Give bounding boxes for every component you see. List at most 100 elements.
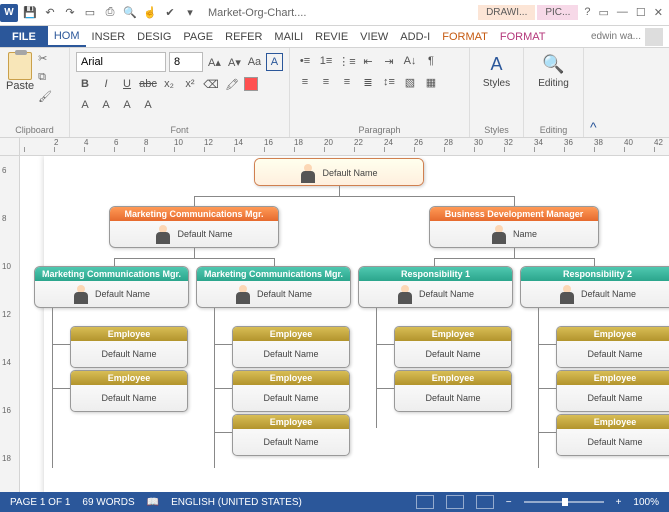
- align-center-icon[interactable]: ≡: [317, 73, 335, 91]
- tab-home[interactable]: HOM: [48, 26, 86, 47]
- qat-touch-icon[interactable]: ☝: [142, 5, 158, 21]
- org-card-l3-0[interactable]: Marketing Communications Mgr. Default Na…: [34, 266, 189, 308]
- status-page[interactable]: PAGE 1 OF 1: [10, 497, 70, 508]
- qat-spell-icon[interactable]: ✔: [162, 5, 178, 21]
- status-words[interactable]: 69 WORDS: [82, 497, 134, 508]
- sort-icon[interactable]: A↓: [401, 52, 419, 70]
- subscript-button[interactable]: x₂: [160, 75, 178, 93]
- org-card-employee[interactable]: EmployeeDefault Name: [394, 370, 512, 412]
- numbering-icon[interactable]: 1≡: [317, 52, 335, 70]
- ribbon-options-icon[interactable]: ▭: [599, 6, 609, 19]
- vertical-ruler[interactable]: 681012141618: [0, 156, 20, 492]
- zoom-in-icon[interactable]: +: [616, 497, 622, 508]
- close-icon[interactable]: ✕: [654, 6, 663, 19]
- text-effect-shadow-icon[interactable]: A: [97, 96, 115, 114]
- tab-format-drawing[interactable]: FORMAT: [436, 26, 494, 47]
- qat-print-icon[interactable]: ⎙: [102, 5, 118, 21]
- org-card-employee[interactable]: EmployeeDefault Name: [556, 370, 669, 412]
- text-effect-glow-icon[interactable]: A: [118, 96, 136, 114]
- cut-icon[interactable]: ✂: [38, 52, 54, 68]
- increase-font-icon[interactable]: A▴: [206, 53, 223, 71]
- view-web-icon[interactable]: [476, 495, 494, 509]
- tab-page-layout[interactable]: PAGE: [177, 26, 219, 47]
- org-card-l3-3[interactable]: Responsibility 2 Default Name: [520, 266, 669, 308]
- bold-button[interactable]: B: [76, 75, 94, 93]
- redo-icon[interactable]: ↷: [62, 5, 78, 21]
- copy-icon[interactable]: ⧉: [38, 71, 54, 87]
- horizontal-ruler[interactable]: 24681012141618202224262830323436384042: [20, 138, 669, 156]
- document-canvas[interactable]: Default Name Marketing Communications Mg…: [20, 156, 669, 492]
- align-left-icon[interactable]: ≡: [296, 73, 314, 91]
- org-card-l3-1[interactable]: Marketing Communications Mgr. Default Na…: [196, 266, 351, 308]
- view-read-icon[interactable]: [416, 495, 434, 509]
- superscript-button[interactable]: x²: [181, 75, 199, 93]
- tab-format-picture[interactable]: FORMAT: [494, 26, 552, 47]
- bullets-icon[interactable]: •≡: [296, 52, 314, 70]
- change-case-icon[interactable]: Aa: [246, 53, 263, 71]
- shading-icon[interactable]: ▧: [401, 73, 419, 91]
- strikethrough-button[interactable]: abc: [139, 75, 157, 93]
- text-effect-outline-icon[interactable]: A: [76, 96, 94, 114]
- tab-design[interactable]: DESIG: [131, 26, 177, 47]
- qat-customize-icon[interactable]: ▾: [182, 5, 198, 21]
- minimize-icon[interactable]: —: [617, 6, 628, 19]
- org-card-employee[interactable]: EmployeeDefault Name: [232, 414, 350, 456]
- show-marks-icon[interactable]: ¶: [422, 52, 440, 70]
- org-chart[interactable]: Default Name Marketing Communications Mg…: [44, 156, 669, 492]
- zoom-out-icon[interactable]: −: [506, 497, 512, 508]
- org-card-employee[interactable]: EmployeeDefault Name: [232, 370, 350, 412]
- org-card-l2-right[interactable]: Business Development Manager Name: [429, 206, 599, 248]
- format-painter-icon[interactable]: 🖌: [38, 90, 54, 106]
- align-right-icon[interactable]: ≡: [338, 73, 356, 91]
- tab-review[interactable]: REVIE: [309, 26, 354, 47]
- qat-new-icon[interactable]: ▭: [82, 5, 98, 21]
- decrease-font-icon[interactable]: A▾: [226, 53, 243, 71]
- tab-insert[interactable]: INSER: [86, 26, 132, 47]
- tab-view[interactable]: VIEW: [354, 26, 394, 47]
- user-avatar-icon[interactable]: [645, 28, 663, 46]
- zoom-slider[interactable]: [524, 501, 604, 503]
- maximize-icon[interactable]: ☐: [636, 6, 646, 19]
- multilevel-icon[interactable]: ⋮≡: [338, 52, 356, 70]
- line-spacing-icon[interactable]: ↕≡: [380, 73, 398, 91]
- proofing-icon[interactable]: 📖: [147, 497, 159, 508]
- qat-preview-icon[interactable]: 🔍: [122, 5, 138, 21]
- tab-mailings[interactable]: MAILI: [268, 26, 309, 47]
- tab-addins[interactable]: ADD-I: [394, 26, 436, 47]
- borders-icon[interactable]: ▦: [422, 73, 440, 91]
- font-color-button[interactable]: [244, 77, 258, 91]
- undo-icon[interactable]: ↶: [42, 5, 58, 21]
- styles-button[interactable]: A Styles: [476, 52, 517, 89]
- text-effect-reflect-icon[interactable]: A: [139, 96, 157, 114]
- help-icon[interactable]: ?: [584, 6, 590, 19]
- italic-button[interactable]: I: [97, 75, 115, 93]
- signed-in-user[interactable]: edwin wa...: [591, 31, 641, 42]
- org-card-employee[interactable]: EmployeeDefault Name: [70, 326, 188, 368]
- view-print-icon[interactable]: [446, 495, 464, 509]
- org-card-l3-2[interactable]: Responsibility 1 Default Name: [358, 266, 513, 308]
- editing-button[interactable]: 🔍 Editing: [530, 52, 577, 89]
- underline-button[interactable]: U: [118, 75, 136, 93]
- org-card-employee[interactable]: EmployeeDefault Name: [556, 414, 669, 456]
- highlight-icon[interactable]: 🖍: [223, 75, 241, 93]
- justify-icon[interactable]: ≣: [359, 73, 377, 91]
- collapse-ribbon-icon[interactable]: ^: [590, 119, 597, 135]
- font-size-input[interactable]: [169, 52, 203, 72]
- paste-button[interactable]: Paste: [6, 52, 34, 92]
- save-icon[interactable]: 💾: [22, 5, 38, 21]
- font-name-input[interactable]: [76, 52, 166, 72]
- tab-references[interactable]: REFER: [219, 26, 268, 47]
- text-effects-icon[interactable]: A: [266, 53, 283, 71]
- clear-formatting-icon[interactable]: ⌫: [202, 75, 220, 93]
- status-language[interactable]: ENGLISH (UNITED STATES): [171, 497, 302, 508]
- indent-decrease-icon[interactable]: ⇤: [359, 52, 377, 70]
- org-card-employee[interactable]: EmployeeDefault Name: [232, 326, 350, 368]
- org-card-employee[interactable]: EmployeeDefault Name: [394, 326, 512, 368]
- zoom-level[interactable]: 100%: [633, 497, 659, 508]
- indent-increase-icon[interactable]: ⇥: [380, 52, 398, 70]
- org-card-employee[interactable]: EmployeeDefault Name: [556, 326, 669, 368]
- org-card-employee[interactable]: EmployeeDefault Name: [70, 370, 188, 412]
- org-card-l2-left[interactable]: Marketing Communications Mgr. Default Na…: [109, 206, 279, 248]
- file-tab[interactable]: FILE: [0, 26, 48, 47]
- org-card-top[interactable]: Default Name: [254, 158, 424, 186]
